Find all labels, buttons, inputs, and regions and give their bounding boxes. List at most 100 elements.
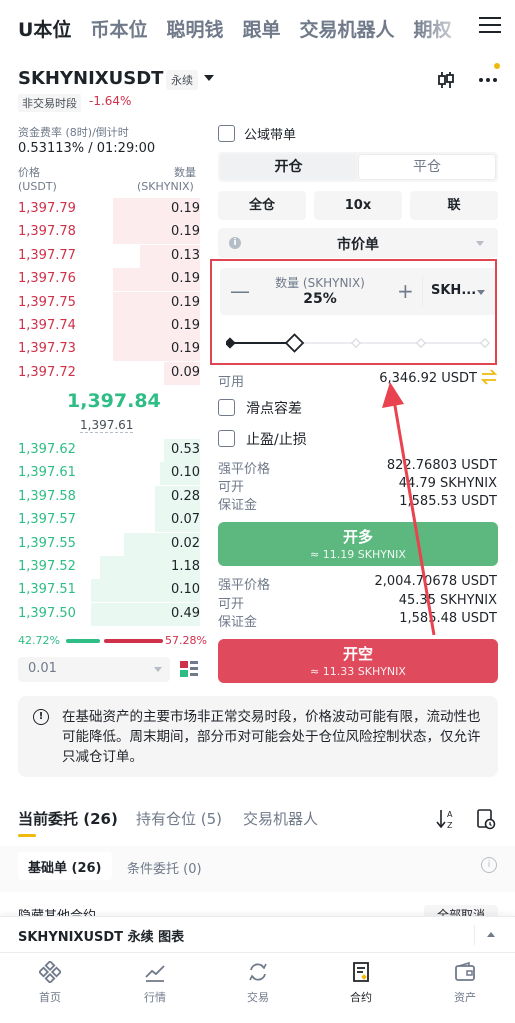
notice-banner: ! 在基础资产的主要市场非正常交易时段，价格波动可能有限，流动性也可能降低。周末… (18, 696, 498, 777)
open-tab[interactable]: 开仓 (220, 154, 357, 180)
chevron-up-icon[interactable] (487, 932, 495, 937)
bid-row[interactable]: 1,397.61 0.10 (18, 462, 200, 486)
bid-row[interactable]: 1,397.50 0.49 (18, 602, 200, 626)
orderbook-qty-header: 数量 (174, 166, 196, 179)
nav-futures[interactable]: 合约 (321, 961, 401, 1005)
position-mode-button[interactable]: 联 (410, 191, 498, 220)
divider (474, 925, 475, 945)
funding-rate-value: 0.53113% / 01:29:00 (18, 141, 156, 156)
long-margin-label: 保证金 (218, 498, 258, 513)
order-type-select[interactable]: i 市价单 (218, 228, 498, 258)
chevron-down-icon (154, 667, 162, 672)
tab-positions[interactable]: 持有仓位 (5) (136, 808, 222, 829)
session-status-badge: 非交易时段 (18, 94, 81, 112)
close-tab[interactable]: 平仓 (358, 154, 496, 180)
public-domain-checkbox[interactable] (218, 125, 235, 142)
contract-type-badge: 永续 (166, 70, 198, 90)
slippage-checkbox[interactable] (218, 399, 235, 416)
subtab-conditional-orders[interactable]: 条件委托 (0) (127, 858, 202, 877)
ask-row[interactable]: 1,397.79 0.19 (18, 198, 200, 221)
leverage-button[interactable]: 10x (314, 191, 402, 220)
nav-assets[interactable]: 资产 (425, 961, 505, 1005)
open-short-amount: ≈ 11.33 SKHYNIX (310, 665, 406, 678)
precision-select[interactable]: 0.01 (18, 657, 170, 682)
chart-drawer-bar[interactable]: SKHYNIXUSDT 永续 图表 (0, 916, 515, 952)
bid-qty: 0.07 (171, 512, 200, 528)
nav-trade[interactable]: 交易 (218, 961, 298, 1005)
bid-qty: 0.10 (171, 465, 200, 481)
ask-row[interactable]: 1,397.72 0.09 (18, 361, 200, 385)
orderbook-qty-unit: (SKHYNIX) (137, 180, 194, 193)
mark-price[interactable]: 1,397.61 (80, 418, 134, 433)
tpsl-checkbox[interactable] (218, 430, 235, 447)
buy-ratio: 42.72% (18, 634, 60, 647)
candlestick-chart-icon[interactable] (436, 70, 456, 90)
open-short-button[interactable]: 开空 ≈ 11.33 SKHYNIX (218, 639, 498, 683)
bid-qty: 0.49 (171, 605, 200, 621)
ask-row[interactable]: 1,397.75 0.19 (18, 291, 200, 315)
bid-price: 1,397.51 (18, 582, 76, 598)
bid-price: 1,397.57 (18, 512, 76, 528)
last-price[interactable]: 1,397.84 (67, 390, 161, 412)
ask-qty: 0.19 (171, 201, 200, 216)
ask-row[interactable]: 1,397.73 0.19 (18, 338, 200, 362)
info-icon[interactable]: i (481, 857, 497, 873)
bid-qty: 0.02 (171, 535, 200, 551)
ask-row[interactable]: 1,397.76 0.19 (18, 268, 200, 292)
precision-value: 0.01 (28, 661, 57, 676)
sell-ratio: 57.28% (165, 634, 207, 647)
nav-markets[interactable]: 行情 (115, 961, 195, 1005)
bid-price: 1,397.58 (18, 488, 76, 504)
hamburger-menu-icon[interactable] (479, 17, 501, 35)
margin-mode-button[interactable]: 全仓 (218, 191, 306, 220)
wallet-icon (455, 961, 475, 981)
annotation-arrow-icon (382, 382, 436, 636)
short-margin-label: 保证金 (218, 615, 258, 630)
tab-bots[interactable]: 交易机器人 (243, 808, 318, 829)
symbol-dropdown-icon[interactable] (204, 75, 214, 81)
ask-row[interactable]: 1,397.74 0.19 (18, 315, 200, 338)
bid-row[interactable]: 1,397.58 0.28 (18, 485, 200, 509)
tabs-fade (415, 0, 475, 56)
order-history-icon[interactable] (476, 808, 496, 830)
bid-row[interactable]: 1,397.51 0.10 (18, 579, 200, 603)
bid-row[interactable]: 1,397.55 0.02 (18, 532, 200, 556)
tab-trading-bots[interactable]: 交易机器人 (299, 15, 394, 42)
nav-futures-label: 合约 (350, 991, 372, 1004)
orderbook-layout-icon[interactable] (179, 659, 199, 679)
ask-qty: 0.19 (171, 224, 200, 240)
nav-trade-label: 交易 (247, 991, 269, 1004)
tab-smart-money[interactable]: 聪明钱 (166, 15, 223, 42)
nav-home-label: 首页 (39, 991, 61, 1004)
subtab-basic-orders[interactable]: 基础单 (26) (18, 852, 112, 880)
ask-price: 1,397.74 (18, 318, 76, 333)
long-open-label: 可开 (218, 480, 245, 495)
nav-markets-label: 行情 (144, 991, 166, 1004)
chevron-down-icon (476, 241, 484, 246)
bid-price: 1,397.61 (18, 465, 76, 481)
symbol-name[interactable]: SKHYNIXUSDT (18, 68, 163, 89)
ask-qty: 0.19 (171, 271, 200, 287)
highlight-box (210, 259, 497, 365)
ask-row[interactable]: 1,397.78 0.19 (18, 221, 200, 245)
sort-az-icon[interactable]: A Z (436, 808, 456, 830)
notification-dot (494, 63, 500, 69)
nav-home[interactable]: 首页 (10, 961, 90, 1005)
funding-rate-label: 资金费率 (8时)/倒计时 (18, 126, 129, 139)
tab-copy-trading[interactable]: 跟单 (242, 15, 280, 42)
order-type-value: 市价单 (337, 237, 379, 253)
ask-row[interactable]: 1,397.77 0.13 (18, 244, 200, 268)
sell-ratio-bar (104, 639, 163, 643)
more-options-icon[interactable] (476, 70, 500, 90)
tab-usdm[interactable]: U本位 (18, 15, 71, 42)
bid-price: 1,397.52 (18, 559, 76, 574)
tab-open-orders[interactable]: 当前委托 (26) (18, 808, 118, 829)
transfer-icon[interactable] (480, 369, 498, 385)
svg-text:A: A (447, 810, 453, 819)
bid-row[interactable]: 1,397.62 0.53 (18, 439, 200, 462)
open-long-button[interactable]: 开多 ≈ 11.19 SKHYNIX (218, 522, 498, 566)
bid-row[interactable]: 1,397.57 0.07 (18, 509, 200, 533)
orderbook-price-unit: (USDT) (18, 180, 57, 193)
tab-coinm[interactable]: 币本位 (90, 15, 147, 42)
bid-row[interactable]: 1,397.52 1.18 (18, 556, 200, 579)
